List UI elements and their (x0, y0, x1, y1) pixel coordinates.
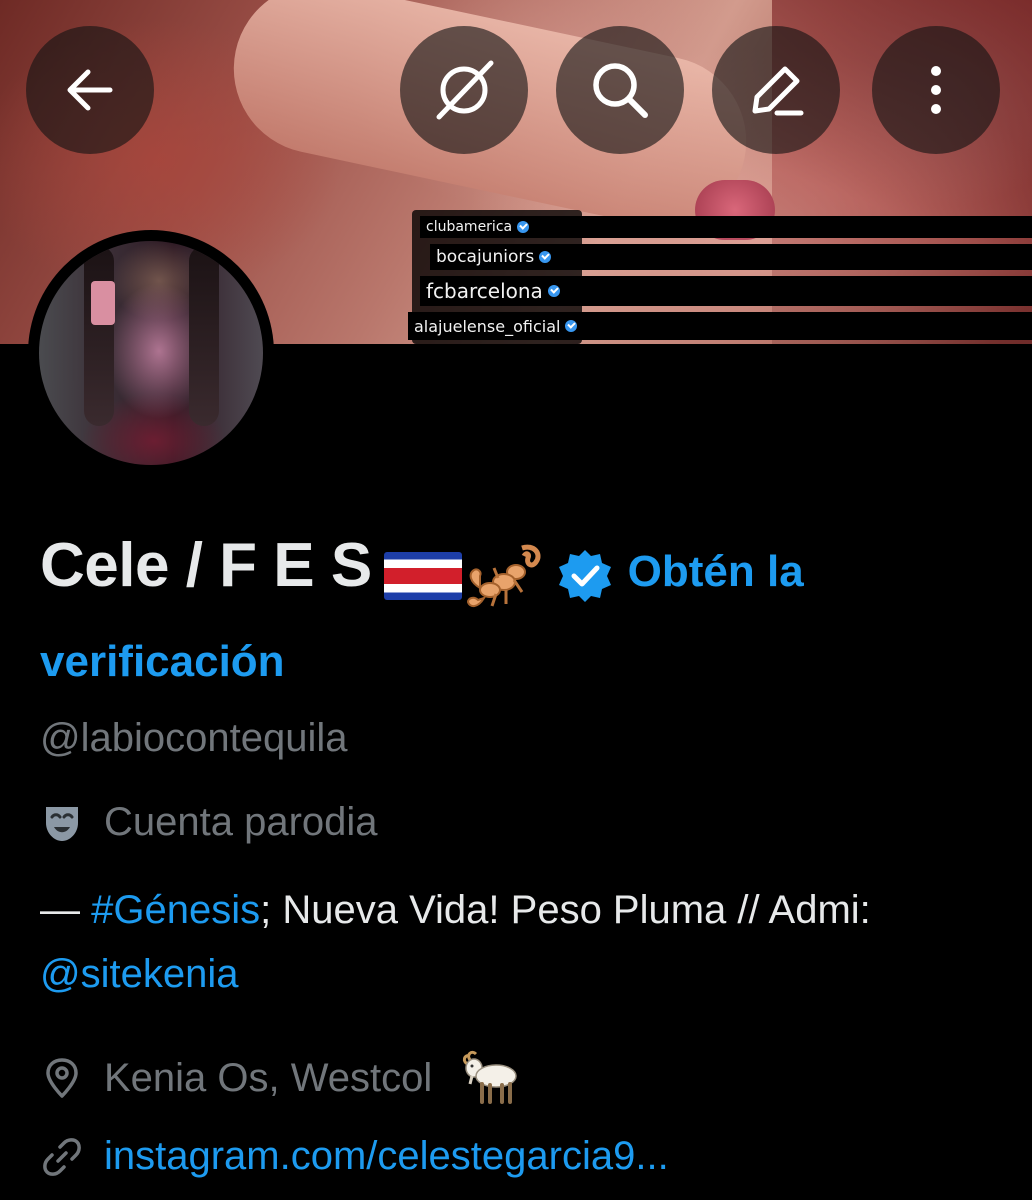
banner-tag: clubamerica (420, 216, 1032, 238)
banner-tag: alajuelense_oficial (408, 312, 1032, 340)
avatar-photo-phone (91, 281, 115, 325)
verified-badge-icon (547, 285, 560, 297)
more-vertical-icon (931, 66, 941, 114)
banner-tag: fcbarcelona (420, 276, 1032, 306)
scorpion-icon (466, 544, 541, 607)
profile-avatar[interactable] (28, 230, 274, 476)
back-button[interactable] (26, 26, 154, 154)
avatar-photo (39, 241, 263, 465)
parody-account-label: Cuenta parodia (40, 800, 378, 845)
banner-tag: bocajuniors (430, 244, 1032, 270)
display-name: Cele / F E S (40, 531, 372, 600)
location-pin-icon (46, 1058, 78, 1098)
banner-tag-label: clubamerica (426, 219, 513, 235)
edit-button[interactable] (712, 26, 840, 154)
bio-prefix: — (40, 888, 92, 932)
bio-mention-link[interactable]: @sitekenia (40, 952, 238, 996)
search-icon (593, 63, 648, 118)
arrow-left-icon (67, 69, 113, 111)
goat-icon (463, 1050, 518, 1104)
profile-name-block: Cele / F E S Obtén la verificación (40, 526, 1000, 712)
bio-hashtag-link[interactable]: #Génesis (91, 888, 260, 932)
profile-website: instagram.com/celestegarcia9... (40, 1134, 669, 1179)
edit-icon (752, 66, 804, 116)
parody-label-text: Cuenta parodia (104, 800, 378, 844)
more-options-button[interactable] (872, 26, 1000, 154)
profile-handle: @labiocontequila (40, 716, 348, 760)
verified-badge-icon (517, 221, 530, 233)
website-link[interactable]: instagram.com/celestegarcia9... (104, 1134, 669, 1179)
verified-badge-icon (539, 251, 552, 263)
avatar-photo-hair-left (84, 246, 114, 426)
verified-badge-icon (565, 320, 578, 332)
avatar-photo-hair-right (189, 246, 219, 426)
profile-bio: — #Génesis; Nueva Vida! Peso Pluma // Ad… (40, 878, 1000, 1006)
banner-tag-label: bocajuniors (436, 247, 535, 267)
grok-icon (436, 60, 494, 120)
costa-rica-flag-icon (383, 551, 462, 600)
link-icon (43, 1137, 81, 1176)
grok-button[interactable] (400, 26, 528, 154)
verified-badge-icon[interactable] (556, 547, 614, 605)
search-button[interactable] (556, 26, 684, 154)
banner-tag-label: fcbarcelona (426, 279, 543, 303)
profile-location: Kenia Os, Westcol (40, 1050, 522, 1106)
banner-tag-label: alajuelense_oficial (414, 316, 561, 336)
bio-text: ; Nueva Vida! Peso Pluma // Admi: (260, 888, 871, 932)
location-text: Kenia Os, Westcol (104, 1055, 433, 1100)
theater-masks-icon (46, 806, 78, 841)
